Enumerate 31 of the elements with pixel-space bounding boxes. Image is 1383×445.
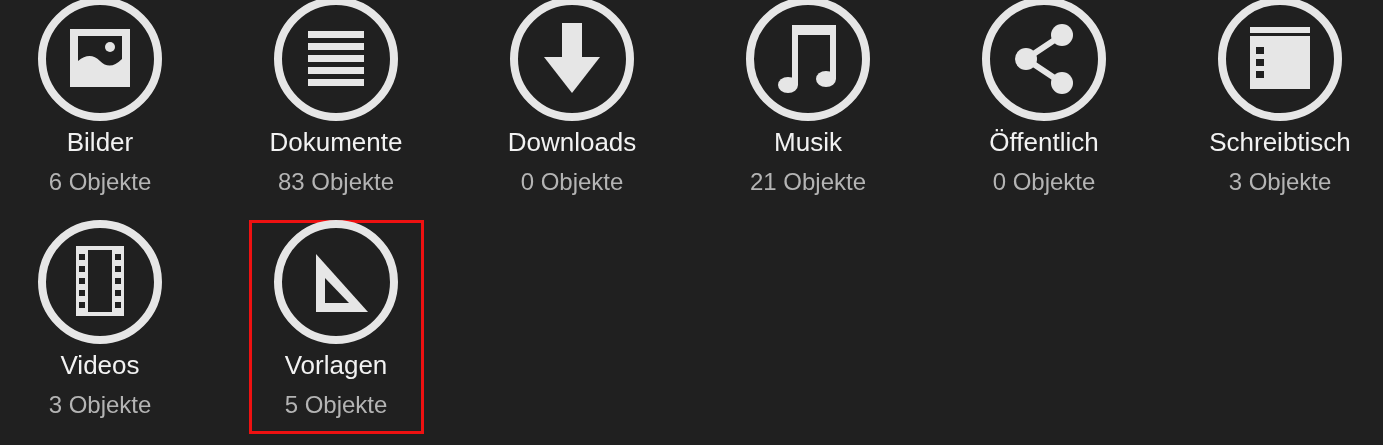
folder-tile[interactable]: Vorlagen 5 Objekte (248, 220, 424, 434)
folder-name: Öffentlich (989, 127, 1099, 157)
folder-tile[interactable]: Downloads 0 Objekte (484, 0, 660, 211)
folder-name: Bilder (66, 127, 134, 157)
item-count: 83 Objekte (277, 167, 395, 197)
folder-tile[interactable]: Videos 3 Objekte (12, 220, 188, 434)
item-count: 5 Objekte (284, 390, 388, 420)
folder-name: Vorlagen (284, 350, 388, 380)
music-icon (746, 0, 870, 121)
folder-name: Musik (774, 127, 842, 157)
film-icon (38, 220, 162, 344)
folder-name: Dokumente (269, 127, 403, 157)
folder-tile[interactable]: Öffentlich 0 Objekte (956, 0, 1132, 211)
folder-tile[interactable]: Schreibtisch 3 Objekte (1192, 0, 1368, 211)
item-count: 3 Objekte (1228, 167, 1332, 197)
item-count: 0 Objekte (520, 167, 624, 197)
folder-name: Downloads (507, 127, 637, 157)
item-count: 21 Objekte (749, 167, 867, 197)
folder-name: Schreibtisch (1209, 127, 1351, 157)
item-count: 0 Objekte (992, 167, 1096, 197)
download-icon (510, 0, 634, 121)
window-icon (1218, 0, 1342, 121)
share-icon (982, 0, 1106, 121)
folder-tile[interactable]: Bilder 6 Objekte (12, 0, 188, 211)
item-count: 3 Objekte (48, 390, 152, 420)
folder-tile[interactable]: Dokumente 83 Objekte (248, 0, 424, 211)
folder-tile[interactable]: Musik 21 Objekte (720, 0, 896, 211)
list-icon (274, 0, 398, 121)
folder-name: Videos (60, 350, 140, 380)
item-count: 6 Objekte (48, 167, 152, 197)
image-icon (38, 0, 162, 121)
